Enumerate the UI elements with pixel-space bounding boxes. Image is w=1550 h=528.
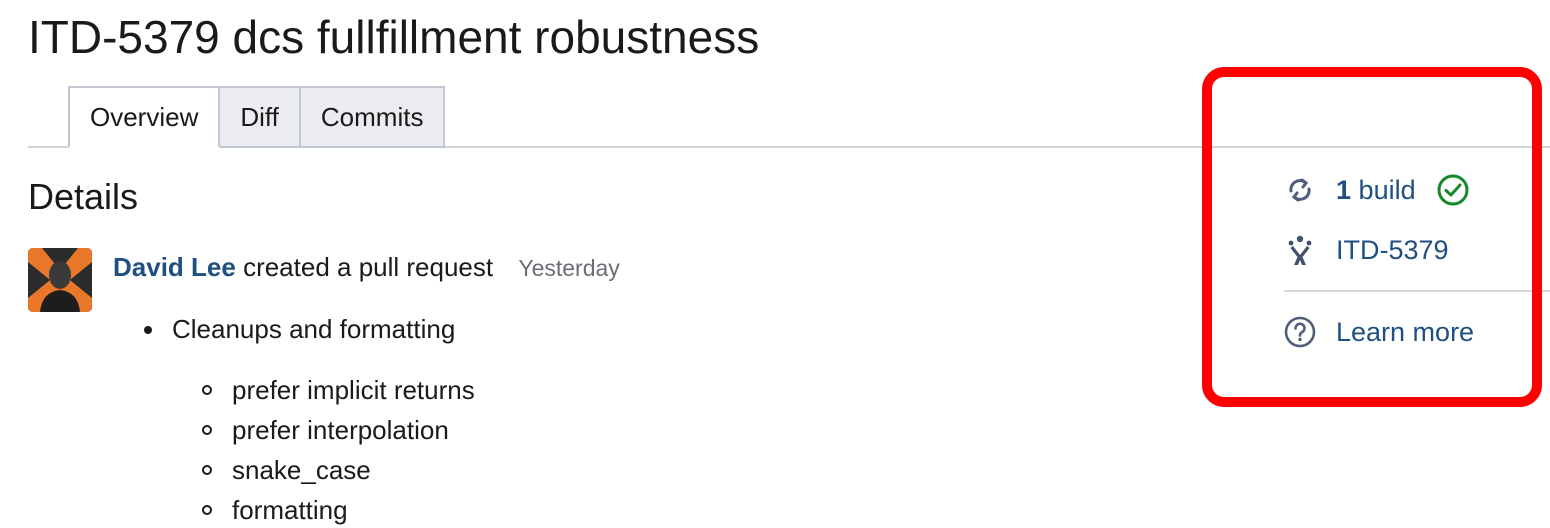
- learn-more-label: Learn more: [1336, 316, 1475, 347]
- page-title: ITD-5379 dcs fullfillment robustness: [28, 11, 760, 63]
- sync-icon: [1284, 174, 1316, 206]
- help-icon: [1284, 316, 1316, 348]
- builds-count: 1: [1336, 174, 1352, 205]
- list-item: prefer interpolation: [202, 410, 475, 450]
- details-heading: Details: [28, 176, 139, 217]
- avatar[interactable]: [28, 248, 92, 312]
- jira-issue-link[interactable]: ITD-5379: [1284, 230, 1449, 270]
- check-circle-icon: [1436, 173, 1470, 207]
- activity-action: created a pull request: [243, 252, 494, 282]
- list-item: Cleanups and formatting: [144, 310, 455, 348]
- author-link[interactable]: David Lee: [113, 252, 236, 282]
- jira-icon: [1284, 234, 1316, 266]
- activity-text: David Lee created a pull request Yesterd…: [113, 252, 620, 283]
- description-list: Cleanups and formatting: [144, 310, 455, 348]
- list-item: snake_case: [202, 450, 475, 490]
- tab-bar: Overview Diff Commits: [68, 86, 446, 148]
- jira-issue-label: ITD-5379: [1336, 234, 1449, 265]
- list-item: formatting: [202, 490, 475, 528]
- learn-more-link[interactable]: Learn more: [1284, 312, 1474, 352]
- description-sublist: prefer implicit returns prefer interpola…: [202, 370, 475, 528]
- list-item: prefer implicit returns: [202, 370, 475, 410]
- builds-link[interactable]: 1 build: [1284, 170, 1470, 210]
- tab-commits[interactable]: Commits: [300, 86, 446, 148]
- tab-diff[interactable]: Diff: [220, 86, 301, 148]
- builds-label: build: [1358, 174, 1416, 205]
- activity-timestamp: Yesterday: [518, 255, 620, 281]
- sidebar-divider: [1284, 290, 1550, 292]
- pull-request-page: ITD-5379 dcs fullfillment robustness Ove…: [0, 0, 1550, 528]
- tab-overview[interactable]: Overview: [68, 86, 221, 148]
